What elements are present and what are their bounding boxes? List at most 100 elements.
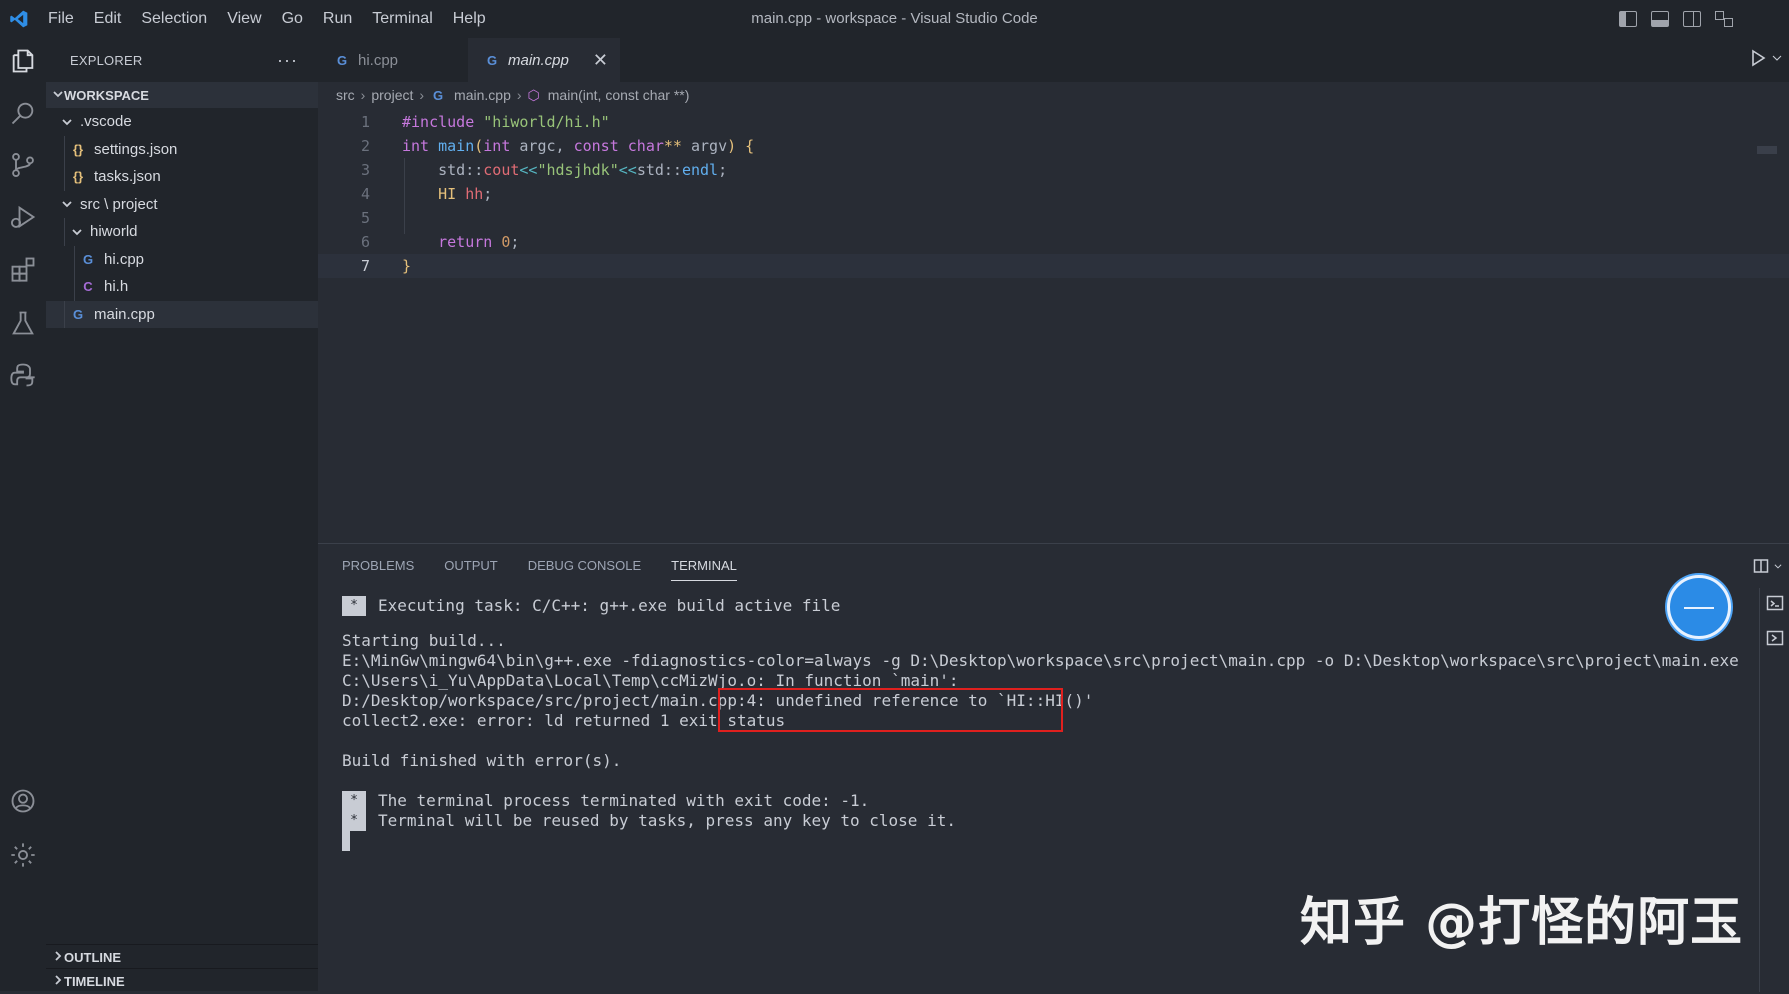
tree-file[interactable]: Gmain.cpp bbox=[46, 300, 318, 328]
indent-guide bbox=[64, 218, 65, 246]
code-editor[interactable]: 1 #include "hiworld/hi.h" 2 int main(int ar… bbox=[318, 108, 1789, 278]
search-icon[interactable] bbox=[0, 90, 46, 136]
tab-label: main.cpp bbox=[508, 51, 569, 69]
terminal-text: collect2.exe: error: ld returned 1 exit … bbox=[342, 711, 786, 730]
terminal-text: Terminal will be reused by tasks, press … bbox=[378, 811, 956, 830]
tree-folder[interactable]: .vscode bbox=[46, 108, 318, 136]
panel-tab-terminal[interactable]: TERMINAL bbox=[671, 551, 737, 581]
terminal-marker: * bbox=[342, 791, 366, 811]
tree-item-label: hiworld bbox=[90, 223, 138, 241]
cpp-file-icon: G bbox=[336, 52, 348, 68]
code-token: } bbox=[402, 257, 412, 275]
line-number: 6 bbox=[360, 233, 370, 251]
breadcrumb-separator: › bbox=[360, 87, 366, 103]
line-source: #include "hiworld/hi.h" bbox=[370, 113, 610, 131]
terminal-text: Starting build... bbox=[342, 631, 506, 650]
editor-tabs: Ghi.cpp Gmain.cpp ✕ bbox=[318, 38, 1789, 82]
workspace-section-header[interactable]: WORKSPACE bbox=[46, 82, 318, 108]
line-number: 7 bbox=[360, 257, 370, 275]
code-line: 6 return 0; bbox=[318, 230, 1789, 254]
chevron-down-icon bbox=[70, 225, 84, 239]
more-actions-button[interactable]: ··· bbox=[277, 50, 298, 71]
code-line: 4 HI hh; bbox=[318, 182, 1789, 206]
menu-selection[interactable]: Selection bbox=[131, 0, 217, 38]
code-token: cout bbox=[483, 161, 520, 179]
run-debug-icon[interactable] bbox=[0, 194, 46, 240]
testing-flask-icon[interactable] bbox=[0, 300, 46, 346]
json-file-icon: {} bbox=[72, 169, 84, 185]
timeline-section-header[interactable]: TIMELINE bbox=[46, 968, 318, 994]
code-line: 5 bbox=[318, 206, 1789, 230]
terminal-instance-icon[interactable] bbox=[1760, 588, 1789, 623]
tree-file[interactable]: {} settings.json bbox=[46, 135, 318, 163]
vscode-logo-icon bbox=[0, 0, 38, 38]
line-source: std::cout<<"hdsjhdk"<<std::endl; bbox=[370, 161, 727, 179]
title-bar: File Edit Selection View Go Run Terminal Help m… bbox=[0, 0, 1789, 38]
chevron-down-icon bbox=[52, 88, 64, 103]
terminal-output[interactable]: * Executing task: C/C++: g++.exe build ac… bbox=[342, 596, 1739, 851]
tree-item-label: hi.h bbox=[104, 278, 129, 296]
breadcrumb-item[interactable]: main.cpp bbox=[454, 87, 511, 103]
terminal-text: Executing task: C/C++: g++.exe build act… bbox=[378, 596, 841, 615]
breadcrumb-item[interactable]: src bbox=[336, 87, 355, 103]
close-icon[interactable]: ✕ bbox=[593, 50, 608, 71]
chevron-down-icon[interactable] bbox=[1773, 558, 1783, 579]
toggle-secondary-sidebar-icon[interactable] bbox=[1683, 11, 1701, 27]
tree-folder[interactable]: src \ project bbox=[46, 191, 318, 219]
menu-terminal[interactable]: Terminal bbox=[362, 0, 442, 38]
terminal-line: Starting build... bbox=[342, 631, 1739, 651]
terminal-text: D:/Desktop/workspace/src/project/main.cp… bbox=[342, 691, 1094, 710]
tab-hi-cpp[interactable]: Ghi.cpp bbox=[318, 38, 468, 82]
floating-assistant-button[interactable] bbox=[1667, 575, 1731, 639]
menu-help[interactable]: Help bbox=[443, 0, 496, 38]
source-control-icon[interactable] bbox=[0, 142, 46, 188]
menu-file[interactable]: File bbox=[38, 0, 84, 38]
breadcrumb-item[interactable]: project bbox=[371, 87, 413, 103]
toggle-panel-icon[interactable] bbox=[1651, 11, 1669, 27]
breadcrumb-item[interactable]: main(int, const char **) bbox=[548, 87, 690, 103]
toggle-primary-sidebar-icon[interactable] bbox=[1619, 11, 1637, 27]
tree-folder[interactable]: hiworld bbox=[46, 218, 318, 246]
editor-area: Ghi.cpp Gmain.cpp ✕ src › project › Gmain.cpp ›… bbox=[318, 38, 1789, 543]
panel-tab-output[interactable]: OUTPUT bbox=[444, 544, 497, 588]
tree-file[interactable]: Chi.h bbox=[46, 273, 318, 301]
code-token: endl bbox=[681, 161, 719, 179]
cpp-file-icon: G bbox=[82, 251, 94, 267]
code-token: ; bbox=[718, 161, 728, 179]
chevron-down-icon[interactable] bbox=[1771, 49, 1783, 72]
chevron-right-icon bbox=[52, 974, 64, 989]
terminal-marker: * bbox=[342, 596, 366, 616]
tree-file[interactable]: Ghi.cpp bbox=[46, 245, 318, 273]
menu-edit[interactable]: Edit bbox=[84, 0, 132, 38]
code-token: << bbox=[618, 161, 637, 179]
indent-guide bbox=[64, 163, 65, 191]
panel-tab-problems[interactable]: PROBLEMS bbox=[342, 544, 414, 588]
explorer-icon[interactable] bbox=[0, 38, 46, 84]
tree-item-label: main.cpp bbox=[94, 305, 155, 323]
tree-file[interactable]: {} tasks.json bbox=[46, 163, 318, 191]
menu-view[interactable]: View bbox=[217, 0, 271, 38]
line-number: 4 bbox=[360, 185, 370, 203]
outline-section-header[interactable]: OUTLINE bbox=[46, 944, 318, 970]
terminal-line: E:\MinGw\mingw64\bin\g++.exe -fdiagnosti… bbox=[342, 651, 1739, 671]
split-terminal-icon[interactable] bbox=[1753, 558, 1769, 579]
python-icon[interactable] bbox=[0, 352, 46, 398]
manage-gear-icon[interactable] bbox=[0, 832, 46, 878]
task-terminal-icon[interactable] bbox=[1760, 623, 1789, 658]
menu-run[interactable]: Run bbox=[313, 0, 362, 38]
breadcrumb-separator: › bbox=[516, 87, 522, 103]
code-token: main bbox=[438, 137, 475, 155]
run-play-icon[interactable] bbox=[1749, 49, 1767, 72]
code-token: ) { bbox=[727, 137, 755, 155]
customize-layout-icon[interactable] bbox=[1715, 11, 1733, 27]
extensions-icon[interactable] bbox=[0, 246, 46, 292]
minimap[interactable] bbox=[1757, 146, 1777, 154]
menu-go[interactable]: Go bbox=[272, 0, 313, 38]
accounts-icon[interactable] bbox=[0, 778, 46, 824]
explorer-sidebar: EXPLORER ··· WORKSPACE .vscode {} settings… bbox=[46, 38, 318, 991]
tree-item-label: tasks.json bbox=[94, 168, 161, 186]
tab-main-cpp[interactable]: Gmain.cpp ✕ bbox=[468, 38, 620, 82]
panel-tab-debug-console[interactable]: DEBUG CONSOLE bbox=[528, 544, 641, 588]
